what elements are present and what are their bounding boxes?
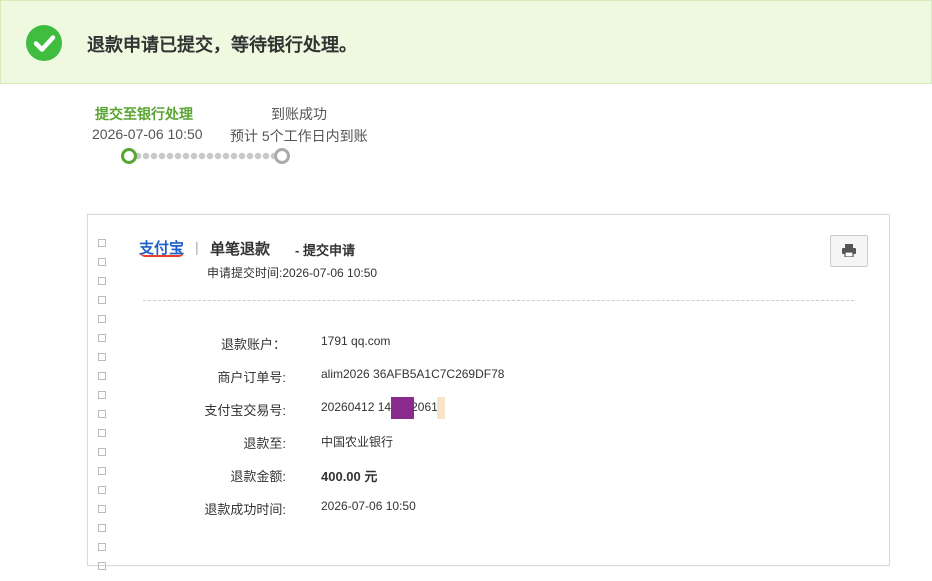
step-2-title: 到账成功 bbox=[271, 106, 327, 122]
row-label: 退款金额: bbox=[230, 469, 286, 484]
step-2-node bbox=[274, 148, 290, 164]
redaction-block bbox=[391, 397, 414, 419]
progress-dots bbox=[134, 152, 274, 160]
print-button[interactable] bbox=[830, 235, 868, 267]
step-1-node bbox=[121, 148, 137, 164]
row-merchant-order: 商户订单号: alim2026 36AFB5A1C7C269DF78 bbox=[88, 367, 888, 387]
status-banner: 退款申请已提交，等待银行处理。 bbox=[0, 0, 932, 84]
dashed-divider bbox=[143, 300, 854, 301]
step-2-note: 预计 5个工作日内到账 bbox=[230, 128, 368, 144]
printer-icon bbox=[842, 244, 856, 257]
row-value: alim2026 36AFB5A1C7C269DF78 bbox=[321, 367, 505, 381]
row-label: 商户订单号: bbox=[217, 370, 286, 385]
row-refund-account: 退款账户： 1791 qq.com bbox=[88, 334, 888, 354]
card-subtitle: - 提交申请 bbox=[295, 243, 355, 258]
submit-time: 申请提交时间:2026-07-06 10:50 bbox=[207, 264, 377, 281]
row-refund-to: 退款至: 中国农业银行 bbox=[88, 433, 888, 453]
row-value: 2026-07-06 10:50 bbox=[321, 499, 416, 513]
submit-time-value: 2026-07-06 10:50 bbox=[282, 266, 378, 280]
row-value: 20260412 1444920618 bbox=[321, 400, 445, 414]
title-separator: | bbox=[195, 239, 199, 255]
card-title: 单笔退款 bbox=[210, 241, 271, 258]
step-1-title: 提交至银行处理 bbox=[95, 106, 193, 122]
progress-track bbox=[120, 148, 290, 164]
row-label: 支付宝交易号: bbox=[204, 403, 286, 418]
check-icon bbox=[26, 25, 62, 61]
alipay-logo: 支付宝 bbox=[139, 237, 185, 258]
refund-receipt-card: 支付宝 | 单笔退款 - 提交申请 申请提交时间:2026-07-06 10:5… bbox=[87, 214, 890, 570]
row-label: 退款成功时间: bbox=[204, 502, 286, 517]
submit-time-label: 申请提交时间: bbox=[207, 266, 283, 280]
row-value: 1791 qq.com bbox=[321, 334, 391, 348]
redaction-block bbox=[437, 397, 445, 419]
row-refund-amount: 退款金额: 400.00 元 bbox=[88, 466, 888, 486]
row-label: 退款至: bbox=[243, 436, 286, 451]
row-value: 中国农业银行 bbox=[321, 435, 394, 449]
banner-message: 退款申请已提交，等待银行处理。 bbox=[87, 35, 357, 55]
row-value: 400.00 元 bbox=[321, 469, 378, 484]
row-trade-number: 支付宝交易号: 20260412 1444920618 bbox=[88, 397, 888, 420]
step-1-time: 2026-07-06 10:50 bbox=[92, 126, 203, 142]
row-label: 退款账户： bbox=[220, 337, 286, 352]
row-success-time: 退款成功时间: 2026-07-06 10:50 bbox=[88, 499, 888, 519]
